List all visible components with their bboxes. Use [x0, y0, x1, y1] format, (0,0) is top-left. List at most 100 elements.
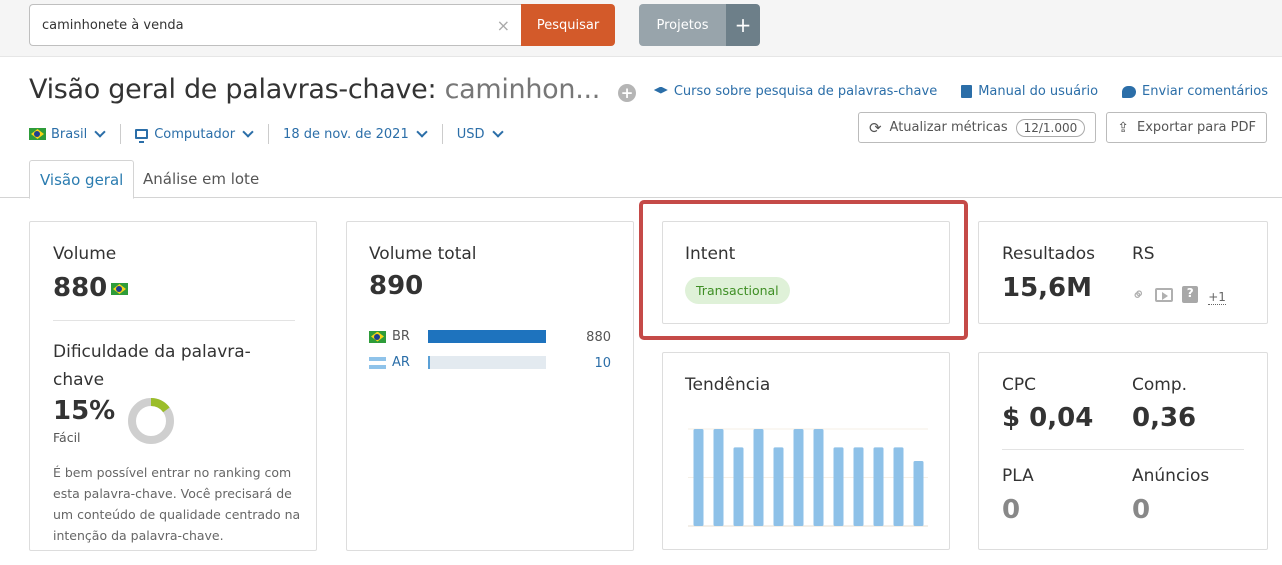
comment-icon: [1122, 85, 1137, 98]
export-pdf-button[interactable]: ⇪ Exportar para PDF: [1106, 112, 1267, 143]
divider: [268, 124, 270, 144]
tab-bulk-analysis[interactable]: Análise em lote: [133, 160, 269, 198]
trend-bar[interactable]: [733, 447, 744, 526]
country-volume-ar[interactable]: 10: [594, 356, 611, 371]
trend-bar[interactable]: [693, 429, 704, 526]
country-bar-fill: [428, 356, 431, 369]
trend-bar[interactable]: [893, 447, 904, 526]
intent-label: Intent: [685, 244, 736, 264]
keyword-difficulty-description: É bem possível entrar no ranking com est…: [53, 465, 301, 543]
book-icon: [961, 85, 973, 98]
link-label: Curso sobre pesquisa de palavras-chave: [673, 84, 938, 99]
refresh-icon: ⟳: [868, 118, 882, 137]
trend-chart: [688, 428, 928, 527]
total-volume-value: 890: [369, 271, 424, 301]
total-volume-label: Volume total: [369, 244, 477, 264]
currency-dropdown[interactable]: USD: [456, 126, 504, 142]
send-feedback-link[interactable]: Enviar comentários: [1122, 84, 1268, 99]
trend-bar[interactable]: [873, 447, 884, 526]
argentina-flag-icon: [369, 356, 386, 369]
link-label: Manual do usuário: [978, 84, 1099, 99]
link-icon: ⚭: [1127, 282, 1152, 307]
pla-label: PLA: [1002, 466, 1034, 486]
country-volume-br: 880: [586, 330, 611, 345]
date-dropdown[interactable]: 18 de nov. de 2021: [283, 126, 428, 142]
chevron-down-icon: [242, 126, 254, 138]
plus-icon: +: [734, 13, 752, 37]
cpc-card: CPC $ 0,04 Comp. 0,36 PLA 0 Anúncios 0: [978, 352, 1268, 550]
trend-bar[interactable]: [773, 447, 784, 526]
keyword-course-link[interactable]: Curso sobre pesquisa de palavras-chave: [653, 84, 938, 99]
graduation-cap-icon: [653, 86, 668, 94]
search-button[interactable]: Pesquisar: [521, 4, 615, 46]
update-metrics-button[interactable]: ⟳ Atualizar métricas 12/1.000: [857, 112, 1097, 143]
country-row-ar[interactable]: AR: [369, 355, 410, 370]
country-code: AR: [392, 355, 410, 370]
header-links: Curso sobre pesquisa de palavras-chave M…: [653, 84, 1268, 99]
desktop-icon: [135, 129, 149, 143]
country-bar-fill: [428, 330, 546, 343]
metrics-quota-badge: 12/1.000: [1015, 118, 1086, 137]
search-input[interactable]: [42, 5, 482, 45]
trend-card: Tendência: [662, 352, 950, 550]
country-label: Brasil: [51, 126, 88, 142]
clear-icon[interactable]: ×: [497, 16, 510, 35]
filters-bar: Brasil Computador 18 de nov. de 2021 USD: [29, 124, 504, 144]
link-label: Enviar comentários: [1142, 84, 1268, 99]
date-label: 18 de nov. de 2021: [283, 126, 409, 142]
trend-bar[interactable]: [753, 429, 764, 526]
divider: [441, 124, 443, 144]
brazil-flag-icon: [369, 330, 386, 343]
add-to-list-icon[interactable]: +: [618, 84, 636, 102]
volume-value: 880: [53, 273, 108, 303]
keyword-difficulty-label: Dificuldade da palavra-chave: [53, 342, 251, 390]
currency-label: USD: [456, 126, 485, 142]
chevron-down-icon: [491, 126, 504, 138]
user-manual-link[interactable]: Manual do usuário: [961, 84, 1098, 99]
video-icon: [1155, 287, 1174, 302]
page-title: Visão geral de palavras-chave: caminhon.…: [29, 74, 600, 105]
competition-value: 0,36: [1132, 403, 1197, 433]
results-value: 15,6M: [1002, 273, 1093, 303]
projects-button[interactable]: Projetos: [639, 4, 726, 46]
trend-label: Tendência: [685, 375, 771, 395]
more-serp-features[interactable]: +1: [1208, 290, 1226, 305]
question-icon: ?: [1182, 286, 1199, 303]
total-volume-card: Volume total 890 BR 880 AR 10: [346, 221, 634, 551]
trend-bar[interactable]: [813, 429, 824, 526]
pla-value: 0: [1002, 495, 1021, 525]
trend-bar[interactable]: [913, 461, 924, 526]
country-row-br[interactable]: BR: [369, 329, 410, 344]
serp-features-label: RS: [1132, 244, 1155, 264]
brazil-flag-icon: [29, 128, 46, 140]
country-dropdown[interactable]: Brasil: [29, 126, 106, 142]
trend-bar[interactable]: [853, 447, 864, 526]
export-pdf-label: Exportar para PDF: [1137, 120, 1256, 135]
volume-card: Volume 880 Dificuldade da palavra-chave …: [29, 221, 317, 551]
volume-label: Volume: [53, 244, 117, 264]
competition-label: Comp.: [1132, 375, 1188, 395]
trend-bar[interactable]: [833, 447, 844, 526]
tab-overview[interactable]: Visão geral: [29, 160, 135, 199]
intent-badge: Transactional: [685, 277, 790, 304]
device-dropdown[interactable]: Computador: [135, 126, 254, 143]
serp-features-list: ⚭ ? +1: [1127, 282, 1226, 307]
tab-bar: Visão geral Análise em lote: [0, 160, 1282, 199]
brazil-flag-icon: [111, 283, 128, 295]
add-project-button[interactable]: +: [726, 4, 760, 46]
trend-bar[interactable]: [713, 429, 724, 526]
update-metrics-label: Atualizar métricas: [889, 120, 1008, 135]
results-label: Resultados: [1002, 244, 1095, 264]
country-bar-br: [428, 330, 546, 343]
trend-bar[interactable]: [793, 429, 804, 526]
country-code: BR: [392, 329, 410, 344]
chevron-down-icon: [416, 126, 428, 138]
intent-card: Intent Transactional: [662, 221, 950, 324]
ads-value: 0: [1132, 495, 1151, 525]
chevron-down-icon: [94, 126, 106, 138]
country-bar-ar: [428, 356, 546, 369]
divider: [1002, 449, 1244, 450]
keyword-difficulty-donut: [128, 398, 174, 444]
upload-icon: ⇪: [1117, 119, 1129, 136]
cpc-value: $ 0,04: [1002, 403, 1094, 433]
